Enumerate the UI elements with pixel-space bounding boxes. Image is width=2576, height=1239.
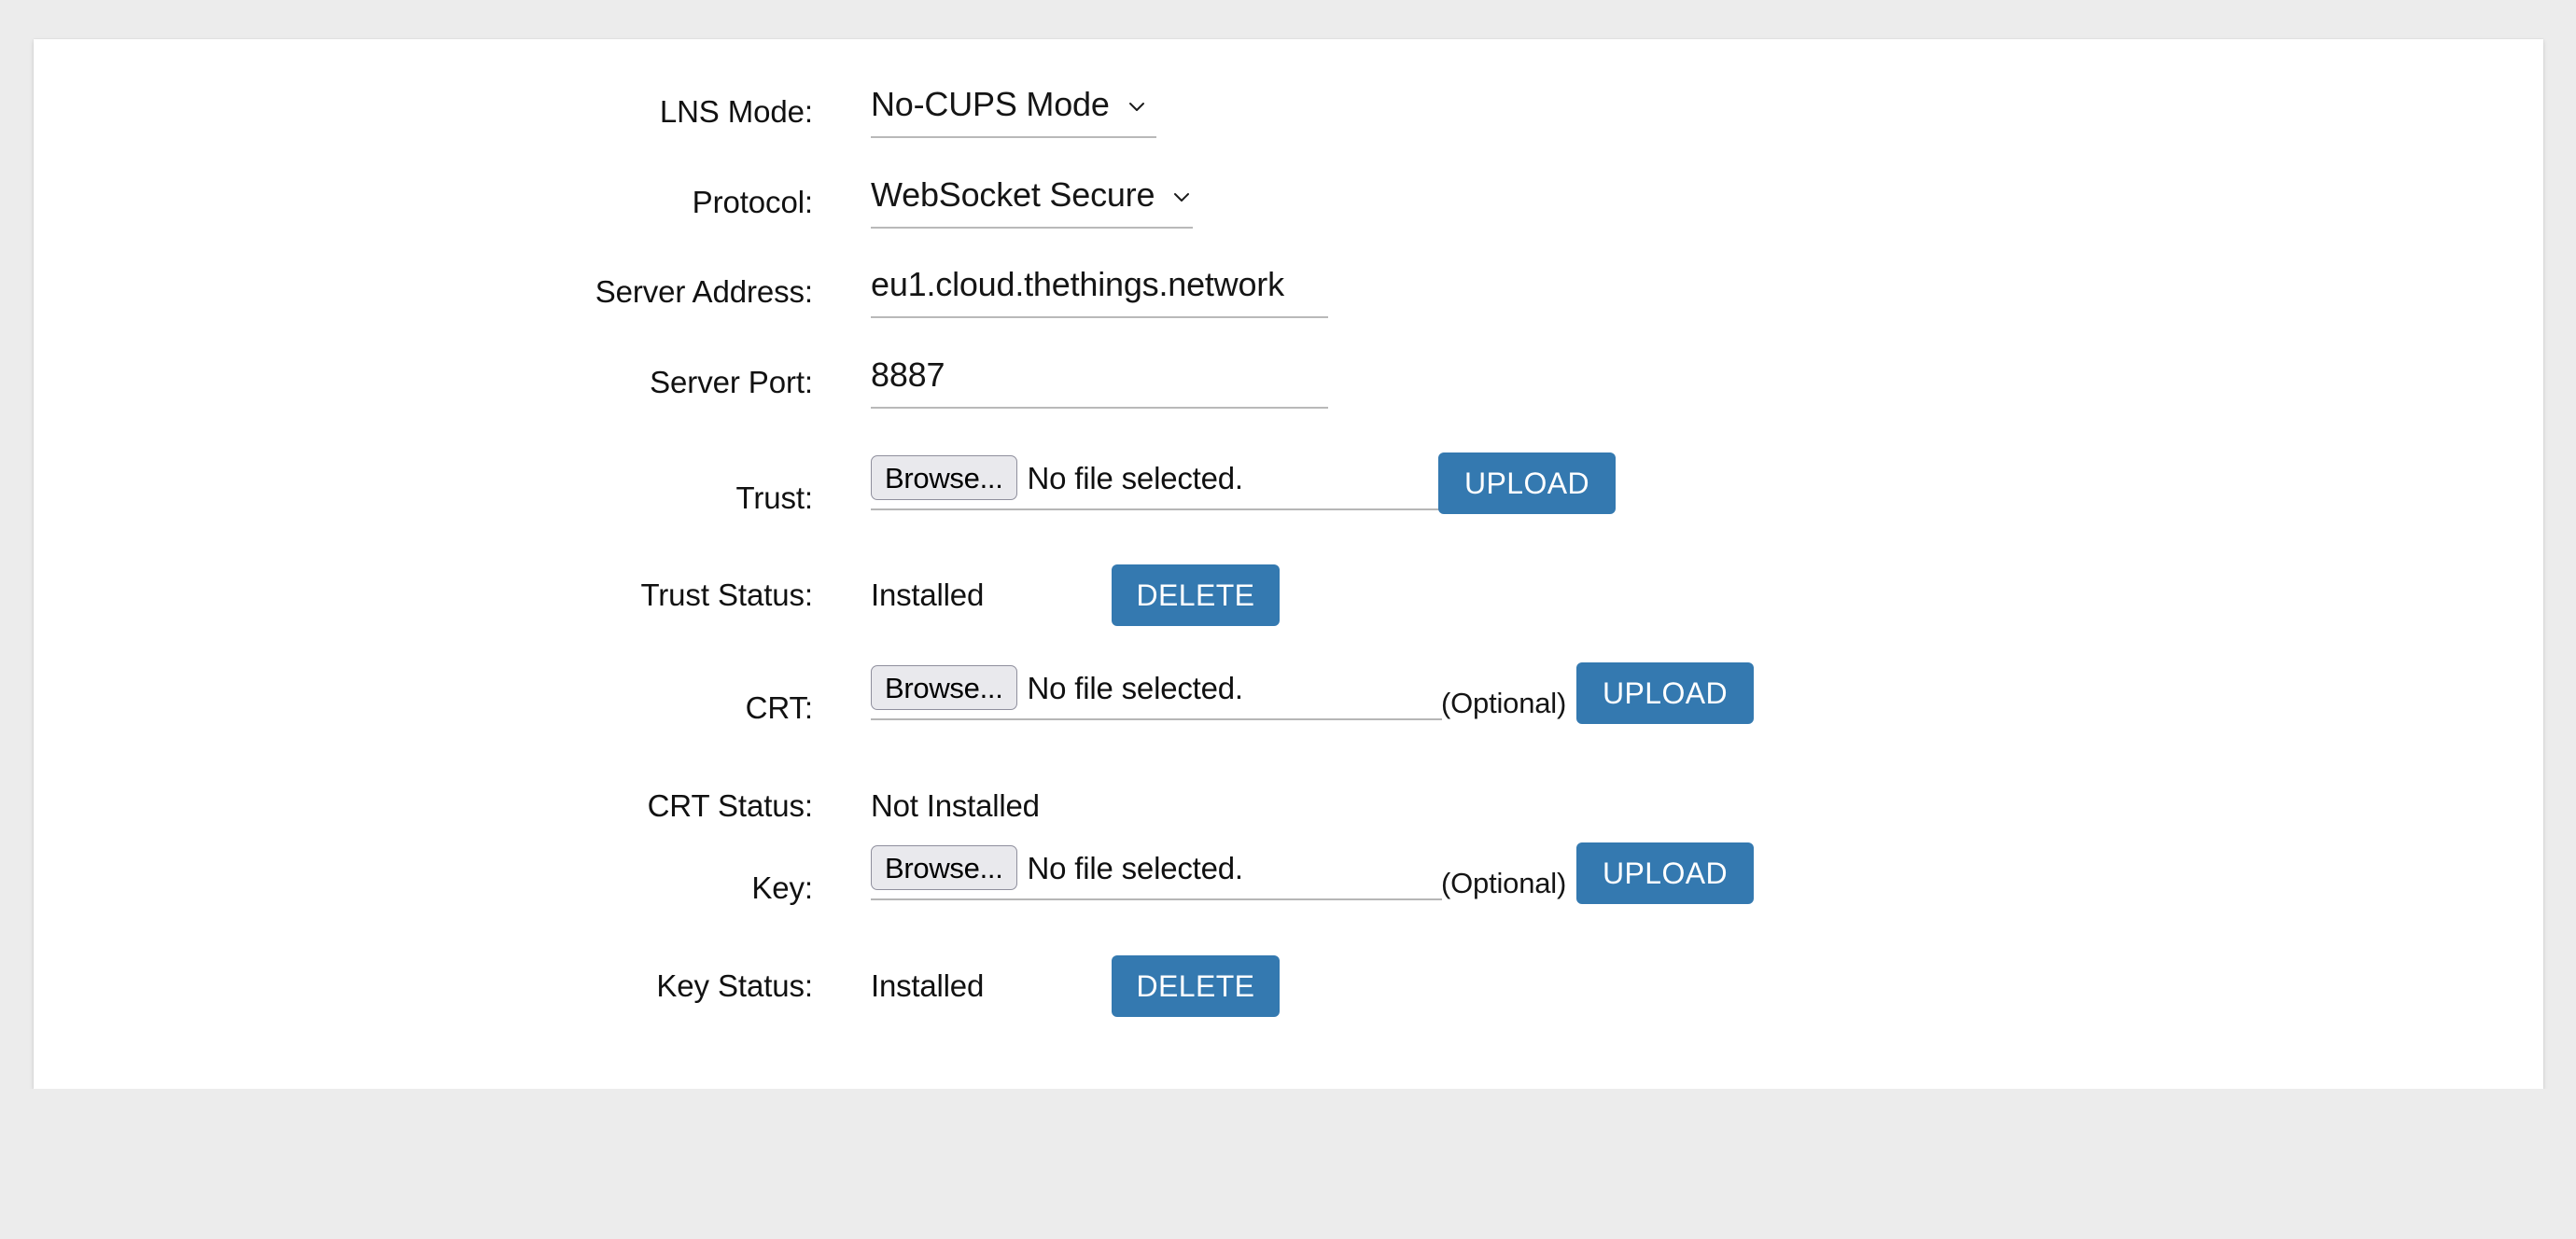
trust-file-input[interactable]: Browse... No file selected. [871, 455, 1442, 510]
trust-upload-button[interactable]: UPLOAD [1438, 452, 1616, 514]
lns-settings-card: LNS Mode: No-CUPS Mode Protocol: WebSock… [34, 39, 2543, 1089]
select-lns-mode[interactable]: No-CUPS Mode [871, 86, 1156, 138]
key-browse-button[interactable]: Browse... [871, 845, 1017, 890]
key-file-input[interactable]: Browse... No file selected. [871, 845, 1442, 900]
trust-file-status: No file selected. [1027, 460, 1244, 495]
label-protocol: Protocol: [692, 185, 813, 219]
server-address-value: eu1.cloud.thethings.network [871, 265, 1284, 303]
label-crt: CRT: [745, 690, 813, 725]
label-trust: Trust: [735, 480, 813, 515]
crt-file-status: No file selected. [1027, 670, 1244, 705]
label-trust-status: Trust Status: [640, 578, 813, 612]
footer-action-bar: APPLY CANCEL [0, 1089, 2576, 1239]
label-server-port: Server Port: [650, 365, 813, 399]
label-lns-mode: LNS Mode: [659, 94, 813, 129]
key-status-value: Installed [871, 968, 985, 1003]
trust-status-value: Installed [871, 578, 985, 612]
trust-delete-button[interactable]: DELETE [1112, 564, 1280, 626]
key-upload-button[interactable]: UPLOAD [1576, 842, 1754, 904]
label-crt-status: CRT Status: [647, 788, 814, 823]
select-protocol-value: WebSocket Secure [871, 175, 1155, 214]
key-file-status: No file selected. [1027, 850, 1244, 885]
label-key: Key: [751, 870, 813, 905]
trust-browse-button[interactable]: Browse... [871, 455, 1017, 500]
server-port-value: 8887 [871, 355, 945, 394]
server-address-input[interactable]: eu1.cloud.thethings.network [871, 266, 1328, 318]
label-server-address: Server Address: [595, 274, 813, 309]
crt-upload-button[interactable]: UPLOAD [1576, 662, 1754, 724]
key-optional-label: (Optional) [1441, 867, 1567, 899]
chevron-down-icon [1170, 186, 1193, 208]
settings-page: LNS Mode: No-CUPS Mode Protocol: WebSock… [0, 0, 2576, 1239]
crt-file-input[interactable]: Browse... No file selected. [871, 665, 1442, 720]
label-key-status: Key Status: [656, 968, 813, 1003]
crt-browse-button[interactable]: Browse... [871, 665, 1017, 710]
crt-status-value: Not Installed [871, 788, 1040, 823]
select-lns-mode-value: No-CUPS Mode [871, 85, 1110, 123]
server-port-input[interactable]: 8887 [871, 356, 1328, 409]
select-protocol[interactable]: WebSocket Secure [871, 175, 1194, 229]
crt-optional-label: (Optional) [1441, 687, 1567, 719]
chevron-down-icon [1126, 95, 1148, 118]
key-delete-button[interactable]: DELETE [1112, 955, 1280, 1017]
